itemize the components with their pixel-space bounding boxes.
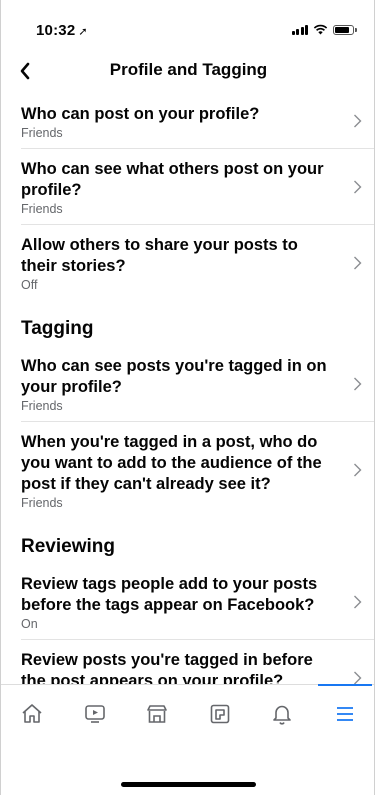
home-indicator <box>121 782 256 787</box>
tab-news[interactable] <box>189 685 252 743</box>
settings-group: Who can post on your profile? Friends Who … <box>1 94 374 300</box>
location-arrow-icon: ➚ <box>78 26 88 38</box>
tab-menu[interactable] <box>314 684 375 743</box>
battery-icon <box>333 24 357 35</box>
status-time-text: 10:32 <box>36 22 76 39</box>
marketplace-icon <box>147 705 168 723</box>
status-icons <box>291 24 357 35</box>
settings-row-value: On <box>21 617 38 631</box>
tab-home[interactable] <box>1 685 64 743</box>
settings-row-value: Friends <box>21 202 63 216</box>
status-bar: 10:32 ➚ <box>1 0 374 46</box>
settings-row-title: Review tags people add to your posts bef… <box>21 575 318 614</box>
settings-row-value: Friends <box>21 399 63 413</box>
settings-row-title: Who can post on your profile? <box>21 105 260 123</box>
section-title: Tagging <box>21 318 94 339</box>
chevron-right-icon <box>353 376 362 391</box>
wifi-icon <box>313 24 328 35</box>
phone-screen: 10:32 ➚ Profile and Tagging Who can post … <box>0 0 375 795</box>
bell-icon <box>273 705 292 725</box>
settings-row-title: When you're tagged in a post, who do you… <box>21 433 322 493</box>
settings-row[interactable]: Who can see what others post on your pro… <box>21 149 374 225</box>
chevron-right-icon <box>353 114 362 129</box>
settings-row[interactable]: Who can see posts you're tagged in on yo… <box>21 346 374 422</box>
menu-icon <box>336 707 353 721</box>
chevron-right-icon <box>353 594 362 609</box>
header: Profile and Tagging <box>1 52 374 92</box>
settings-row[interactable]: Who can post on your profile? Friends <box>21 94 374 149</box>
settings-row-value: Off <box>21 278 38 292</box>
chevron-right-icon <box>353 179 362 194</box>
video-icon <box>84 705 105 723</box>
tab-video[interactable] <box>64 685 127 743</box>
news-icon <box>210 704 230 724</box>
tab-bell[interactable] <box>251 685 314 743</box>
settings-row-title: Allow others to share your posts to thei… <box>21 236 298 275</box>
section-title: Reviewing <box>21 536 115 557</box>
home-indicator-area <box>1 743 374 795</box>
page-title: Profile and Tagging <box>109 60 268 79</box>
battery-fill <box>335 26 349 33</box>
home-icon <box>22 704 42 723</box>
settings-row[interactable]: Allow others to share your posts to thei… <box>21 225 374 300</box>
settings-row-value: Friends <box>21 496 63 510</box>
chevron-right-icon <box>353 670 362 685</box>
signal-icon <box>291 24 308 35</box>
status-time: 10:32 ➚ <box>36 22 88 39</box>
settings-row[interactable]: Review tags people add to your posts bef… <box>21 564 374 640</box>
settings-row-value: Friends <box>21 126 63 140</box>
settings-row-title: Who can see what others post on your pro… <box>21 160 324 199</box>
settings-group: Who can see posts you're tagged in on yo… <box>1 346 374 518</box>
chevron-right-icon <box>353 463 362 478</box>
settings-list: Who can post on your profile? Friends Who … <box>1 94 374 733</box>
chevron-right-icon <box>353 255 362 270</box>
settings-row[interactable]: When you're tagged in a post, who do you… <box>21 422 374 518</box>
tab-marketplace[interactable] <box>126 685 189 743</box>
bottom-tab-bar <box>1 684 375 743</box>
settings-row-title: Who can see posts you're tagged in on yo… <box>21 357 327 396</box>
